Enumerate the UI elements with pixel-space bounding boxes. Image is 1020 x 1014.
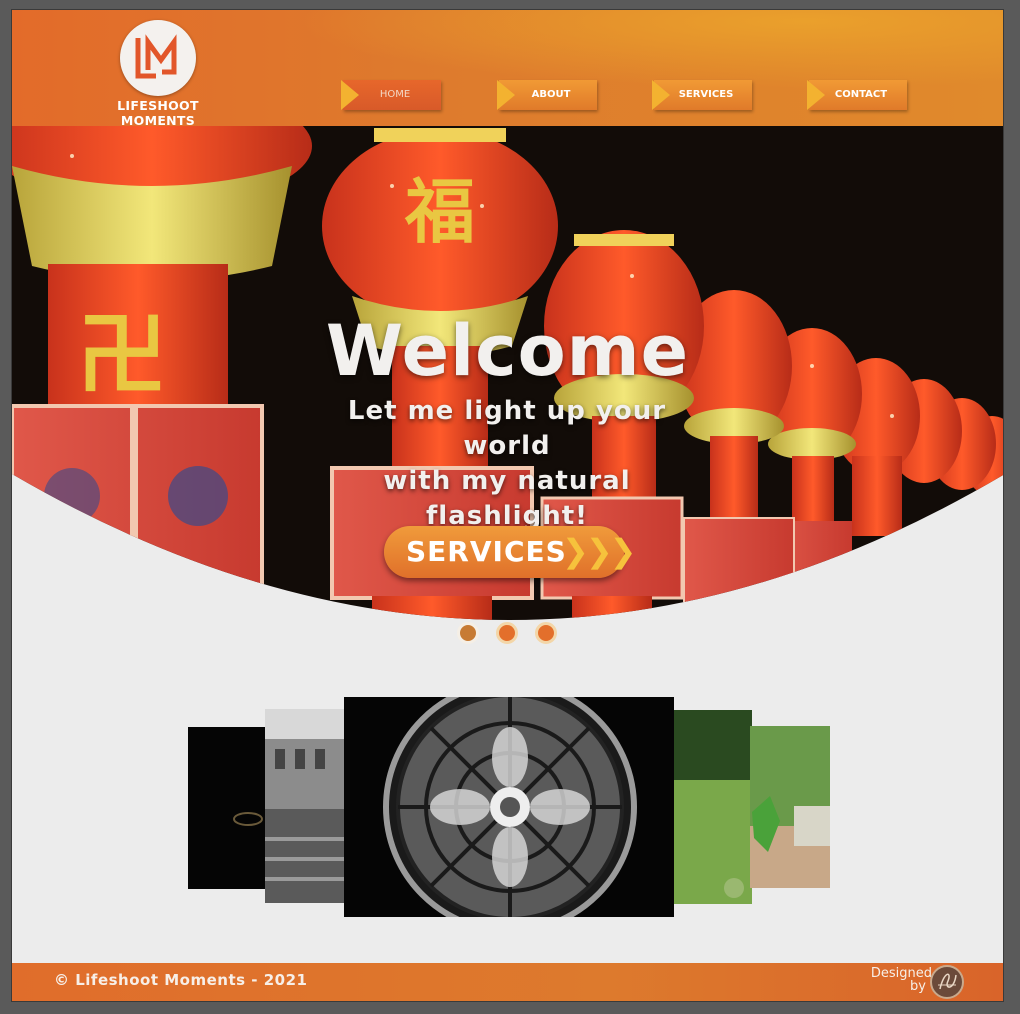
hero-title: Welcome (325, 310, 690, 392)
cta-label: SERVICES (406, 535, 567, 568)
gallery-thumb-green-blur[interactable] (674, 710, 752, 904)
designed-line: by (910, 979, 926, 994)
slide-dot-2[interactable] (496, 622, 518, 644)
footer: © Lifeshoot Moments - 2021 Designed by (12, 963, 1003, 1001)
dark-ring-photo (188, 727, 268, 889)
tagline-line: Let me light up your world (347, 396, 667, 461)
triple-chevron-right-icon: ❯❯❯ (562, 532, 636, 570)
nav-home[interactable]: HOME (341, 80, 441, 110)
rose-window-bw-photo (344, 697, 674, 917)
svg-text:福: 福 (404, 170, 475, 253)
nav-label: ABOUT (531, 89, 571, 100)
nav-about[interactable]: ABOUT (497, 80, 597, 110)
logo[interactable] (120, 20, 196, 96)
nav-services[interactable]: SERVICES (652, 80, 752, 110)
gallery-thumb-building[interactable] (265, 709, 347, 903)
green-leaf-photo (750, 726, 830, 888)
tagline-line: with my natural (383, 466, 631, 496)
gallery-thumb-leaf[interactable] (750, 726, 830, 888)
hero-tagline: Let me light up your world with my natur… (302, 394, 712, 534)
nav-label: CONTACT (834, 89, 888, 100)
nav-contact[interactable]: CONTACT (807, 80, 907, 110)
services-cta-button[interactable]: SERVICES ❯❯❯ (384, 526, 636, 578)
brand-name: LIFESHOOT MOMENTS (117, 98, 199, 128)
header: LIFESHOOT MOMENTS HOME ABOUT SERVICES CO… (12, 10, 1003, 128)
slide-dot-3[interactable] (535, 622, 557, 644)
lm-monogram-icon (135, 34, 177, 79)
gallery-thumb-dark-ring[interactable] (188, 727, 268, 889)
green-blur-photo (674, 710, 752, 904)
nav-label: SERVICES (678, 89, 734, 100)
sa-signature-icon[interactable] (930, 965, 964, 999)
slide-dot-1[interactable] (457, 622, 479, 644)
page-frame: LIFESHOOT MOMENTS HOME ABOUT SERVICES CO… (11, 9, 1004, 1002)
copyright-text: © Lifeshoot Moments - 2021 (54, 971, 308, 989)
nav-label: HOME (379, 89, 411, 100)
hero-banner: 福 卍 Welcome Let me light up your world w… (12, 126, 1003, 666)
gallery-main-image[interactable] (344, 697, 674, 917)
blurred-building-bw-photo (265, 709, 347, 903)
designed-by-text: Designed by (860, 967, 932, 993)
